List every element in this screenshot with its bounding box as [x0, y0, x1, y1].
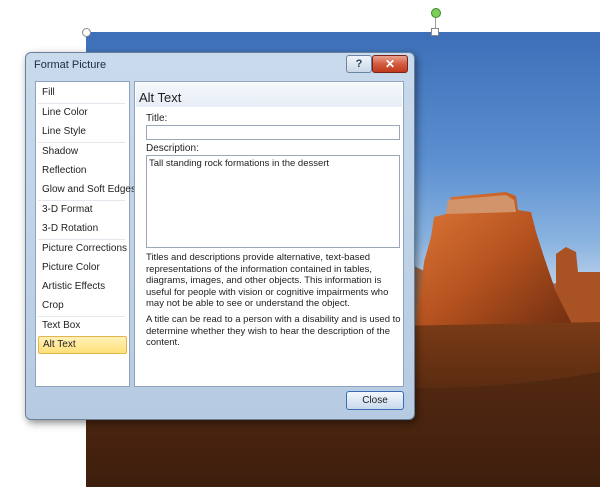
nav-item-text-box[interactable]: Text Box — [38, 317, 127, 335]
title-bar[interactable]: Format Picture ? ✕ — [26, 53, 414, 77]
close-button[interactable]: Close — [346, 391, 404, 410]
nav-item-3d-format[interactable]: 3-D Format — [38, 201, 127, 219]
title-field[interactable] — [146, 125, 400, 140]
nav-item-line-style[interactable]: Line Style — [38, 123, 127, 141]
alt-text-panel: Alt Text Title: Description: Tall standi… — [134, 81, 404, 387]
nav-item-picture-corrections[interactable]: Picture Corrections — [38, 240, 127, 258]
close-icon[interactable]: ✕ — [372, 55, 408, 73]
rotation-handle-icon[interactable] — [431, 8, 441, 18]
title-label: Title: — [146, 113, 168, 124]
resize-handle-top[interactable] — [431, 28, 439, 36]
help-paragraph-1: Titles and descriptions provide alternat… — [146, 252, 389, 309]
help-paragraph-2: A title can be read to a person with a d… — [146, 314, 401, 348]
nav-item-crop[interactable]: Crop — [38, 297, 127, 315]
category-list: Fill Line Color Line Style Shadow Reflec… — [35, 81, 136, 387]
nav-item-fill[interactable]: Fill — [38, 84, 127, 102]
nav-item-reflection[interactable]: Reflection — [38, 162, 127, 180]
nav-item-glow-soft-edges[interactable]: Glow and Soft Edges — [38, 181, 136, 199]
nav-item-line-color[interactable]: Line Color — [38, 104, 127, 122]
nav-item-shadow[interactable]: Shadow — [38, 143, 127, 161]
nav-item-3d-rotation[interactable]: 3-D Rotation — [38, 220, 127, 238]
nav-item-picture-color[interactable]: Picture Color — [38, 259, 127, 277]
panel-heading: Alt Text — [139, 90, 182, 105]
description-label: Description: — [146, 143, 199, 154]
nav-item-alt-text[interactable]: Alt Text — [38, 336, 127, 354]
resize-handle-top-left[interactable] — [82, 28, 91, 37]
help-icon[interactable]: ? — [346, 55, 372, 73]
nav-item-artistic-effects[interactable]: Artistic Effects — [38, 278, 127, 296]
description-field[interactable]: Tall standing rock formations in the des… — [146, 155, 400, 248]
window-title: Format Picture — [34, 59, 107, 71]
format-picture-dialog: Format Picture ? ✕ Fill Line Color Line … — [25, 52, 415, 420]
